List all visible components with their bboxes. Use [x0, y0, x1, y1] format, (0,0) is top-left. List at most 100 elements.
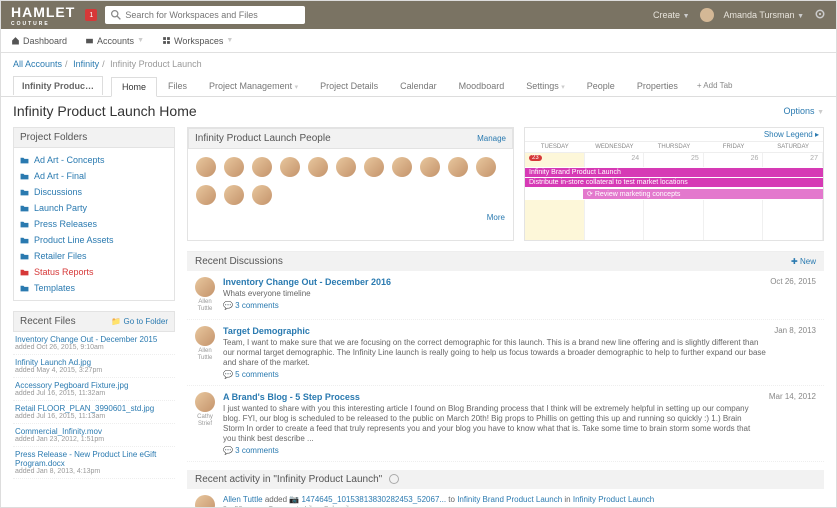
- menu-accounts[interactable]: Accounts ▼: [85, 36, 144, 46]
- discussion-title[interactable]: Inventory Change Out - December 2016: [223, 277, 762, 287]
- activity-file[interactable]: 1474645_10153813830282453_52067...: [301, 495, 446, 504]
- cal-event[interactable]: Distribute in-store collateral to test m…: [525, 178, 823, 187]
- grid-icon: [162, 36, 171, 45]
- person-avatar[interactable]: [364, 157, 384, 177]
- person-avatar[interactable]: [392, 157, 412, 177]
- cal-day-num[interactable]: 25: [644, 153, 704, 167]
- tab-people[interactable]: People: [576, 76, 626, 96]
- recent-file[interactable]: Infinity Launch Ad.jpgadded May 4, 2015,…: [13, 355, 175, 378]
- cal-day-header: TUESDAY: [525, 142, 585, 152]
- discussion-date: Oct 26, 2015: [770, 277, 816, 313]
- tab-settings[interactable]: Settings ▾: [515, 76, 576, 96]
- cal-day-num[interactable]: 26: [704, 153, 764, 167]
- person-avatar[interactable]: [224, 157, 244, 177]
- tab-project-details[interactable]: Project Details: [309, 76, 389, 96]
- activity-workspace[interactable]: Infinity Product Launch: [573, 495, 654, 504]
- user-avatar[interactable]: [700, 8, 714, 22]
- recent-file[interactable]: Press Release - New Product Line eGift P…: [13, 447, 175, 479]
- discussion-comments[interactable]: 💬 3 comments: [223, 301, 762, 310]
- home-icon: [11, 36, 20, 45]
- tab-files[interactable]: Files: [157, 76, 198, 96]
- person-avatar[interactable]: [280, 157, 300, 177]
- folder-icon: [20, 252, 29, 261]
- discussion-item: Cathy StriefA Brand's Blog - 5 Step Proc…: [187, 386, 824, 462]
- folder-item[interactable]: Press Releases: [14, 216, 174, 232]
- notification-badge[interactable]: 1: [85, 9, 97, 21]
- show-legend[interactable]: Show Legend ▸: [764, 130, 819, 139]
- folder-item[interactable]: Retailer Files: [14, 248, 174, 264]
- folder-item[interactable]: Templates: [14, 280, 174, 296]
- gear-icon[interactable]: [814, 8, 826, 23]
- folder-item[interactable]: Launch Party: [14, 200, 174, 216]
- person-avatar[interactable]: [308, 157, 328, 177]
- activity-folder[interactable]: Infinity Brand Product Launch: [457, 495, 562, 504]
- folder-icon: [20, 188, 29, 197]
- folders-header: Project Folders: [13, 127, 175, 148]
- person-avatar[interactable]: [196, 185, 216, 205]
- person-avatar[interactable]: [252, 185, 272, 205]
- recent-files-header: Recent Files 📁 Go to Folder: [13, 311, 175, 332]
- menu-workspaces[interactable]: Workspaces ▼: [162, 36, 233, 46]
- cal-event[interactable]: ⟳ Review marketing concepts: [583, 189, 823, 199]
- tab-calendar[interactable]: Calendar: [389, 76, 448, 96]
- create-menu[interactable]: Create ▼: [653, 10, 689, 20]
- folder-item[interactable]: Status Reports: [14, 264, 174, 280]
- discussion-comments[interactable]: 💬 3 comments: [223, 446, 761, 455]
- breadcrumb: All Accounts/ Infinity/ Infinity Product…: [1, 53, 836, 75]
- discussion-comments[interactable]: 💬 5 comments: [223, 370, 766, 379]
- person-avatar[interactable]: [448, 157, 468, 177]
- calendar-widget: Show Legend ▸ TUESDAYWEDNESDAYTHURSDAYFR…: [524, 127, 824, 241]
- activity-user[interactable]: Allen Tuttle: [223, 495, 263, 504]
- user-name[interactable]: Amanda Tursman ▼: [724, 10, 805, 20]
- discussion-title[interactable]: Target Demographic: [223, 326, 766, 336]
- search-input[interactable]: [125, 10, 299, 20]
- folder-item[interactable]: Ad Art - Concepts: [14, 152, 174, 168]
- person-avatar[interactable]: [336, 157, 356, 177]
- tab-project-mgmt[interactable]: Project Management ▾: [198, 76, 309, 96]
- crumb-root[interactable]: All Accounts: [13, 59, 62, 69]
- recent-file[interactable]: Inventory Change Out - December 2015adde…: [13, 332, 175, 355]
- person-avatar[interactable]: [224, 185, 244, 205]
- person-avatar[interactable]: [196, 157, 216, 177]
- go-to-folder[interactable]: 📁 Go to Folder: [111, 317, 168, 326]
- add-tab[interactable]: + Add Tab: [697, 81, 733, 90]
- recent-file[interactable]: Commercial_Infinity.movadded Jan 23, 201…: [13, 424, 175, 447]
- menu-dashboard[interactable]: Dashboard: [11, 36, 67, 46]
- tab-moodboard[interactable]: Moodboard: [448, 76, 516, 96]
- cal-day-header: THURSDAY: [644, 142, 704, 152]
- new-discussion[interactable]: ✚ New: [791, 257, 816, 266]
- cal-day-num[interactable]: 23: [525, 153, 585, 167]
- discussion-title[interactable]: A Brand's Blog - 5 Step Process: [223, 392, 761, 402]
- cal-day-num[interactable]: 27: [763, 153, 823, 167]
- cal-day-num[interactable]: 24: [585, 153, 645, 167]
- discussion-body: Team, I want to make sure that we are fo…: [223, 338, 766, 368]
- folder-item[interactable]: Discussions: [14, 184, 174, 200]
- person-avatar[interactable]: [476, 157, 496, 177]
- discussion-body: Whats everyone timeline: [223, 289, 762, 299]
- folder-icon: [20, 172, 29, 181]
- refresh-icon[interactable]: [389, 474, 399, 484]
- context-tab[interactable]: Infinity Product La...: [13, 76, 103, 95]
- tab-properties[interactable]: Properties: [626, 76, 689, 96]
- discussion-date: Jan 8, 2013: [774, 326, 816, 379]
- discussion-item: Allen TuttleTarget DemographicTeam, I wa…: [187, 320, 824, 386]
- manage-people[interactable]: Manage: [477, 134, 506, 143]
- tab-home[interactable]: Home: [111, 77, 157, 97]
- person-avatar[interactable]: [420, 157, 440, 177]
- crumb-account[interactable]: Infinity: [73, 59, 99, 69]
- discussion-avatar: [195, 326, 215, 346]
- folder-icon: [20, 220, 29, 229]
- recent-file[interactable]: Retail FLOOR_PLAN_3990601_std.jpgadded J…: [13, 401, 175, 424]
- people-more[interactable]: More: [487, 213, 505, 222]
- page-title: Infinity Product Launch Home: [13, 103, 197, 119]
- cal-day-header: FRIDAY: [704, 142, 764, 152]
- folder-item[interactable]: Ad Art - Final: [14, 168, 174, 184]
- people-header: Infinity Product Launch People Manage: [188, 128, 513, 149]
- activity-header: Recent activity in "Infinity Product Lau…: [187, 470, 824, 489]
- cal-event[interactable]: Infinity Brand Product Launch: [525, 168, 823, 177]
- folder-item[interactable]: Product Line Assets: [14, 232, 174, 248]
- search-box[interactable]: [105, 6, 305, 24]
- person-avatar[interactable]: [252, 157, 272, 177]
- options-menu[interactable]: Options ▼: [784, 106, 824, 116]
- recent-file[interactable]: Accessory Pegboard Fixture.jpgadded Jul …: [13, 378, 175, 401]
